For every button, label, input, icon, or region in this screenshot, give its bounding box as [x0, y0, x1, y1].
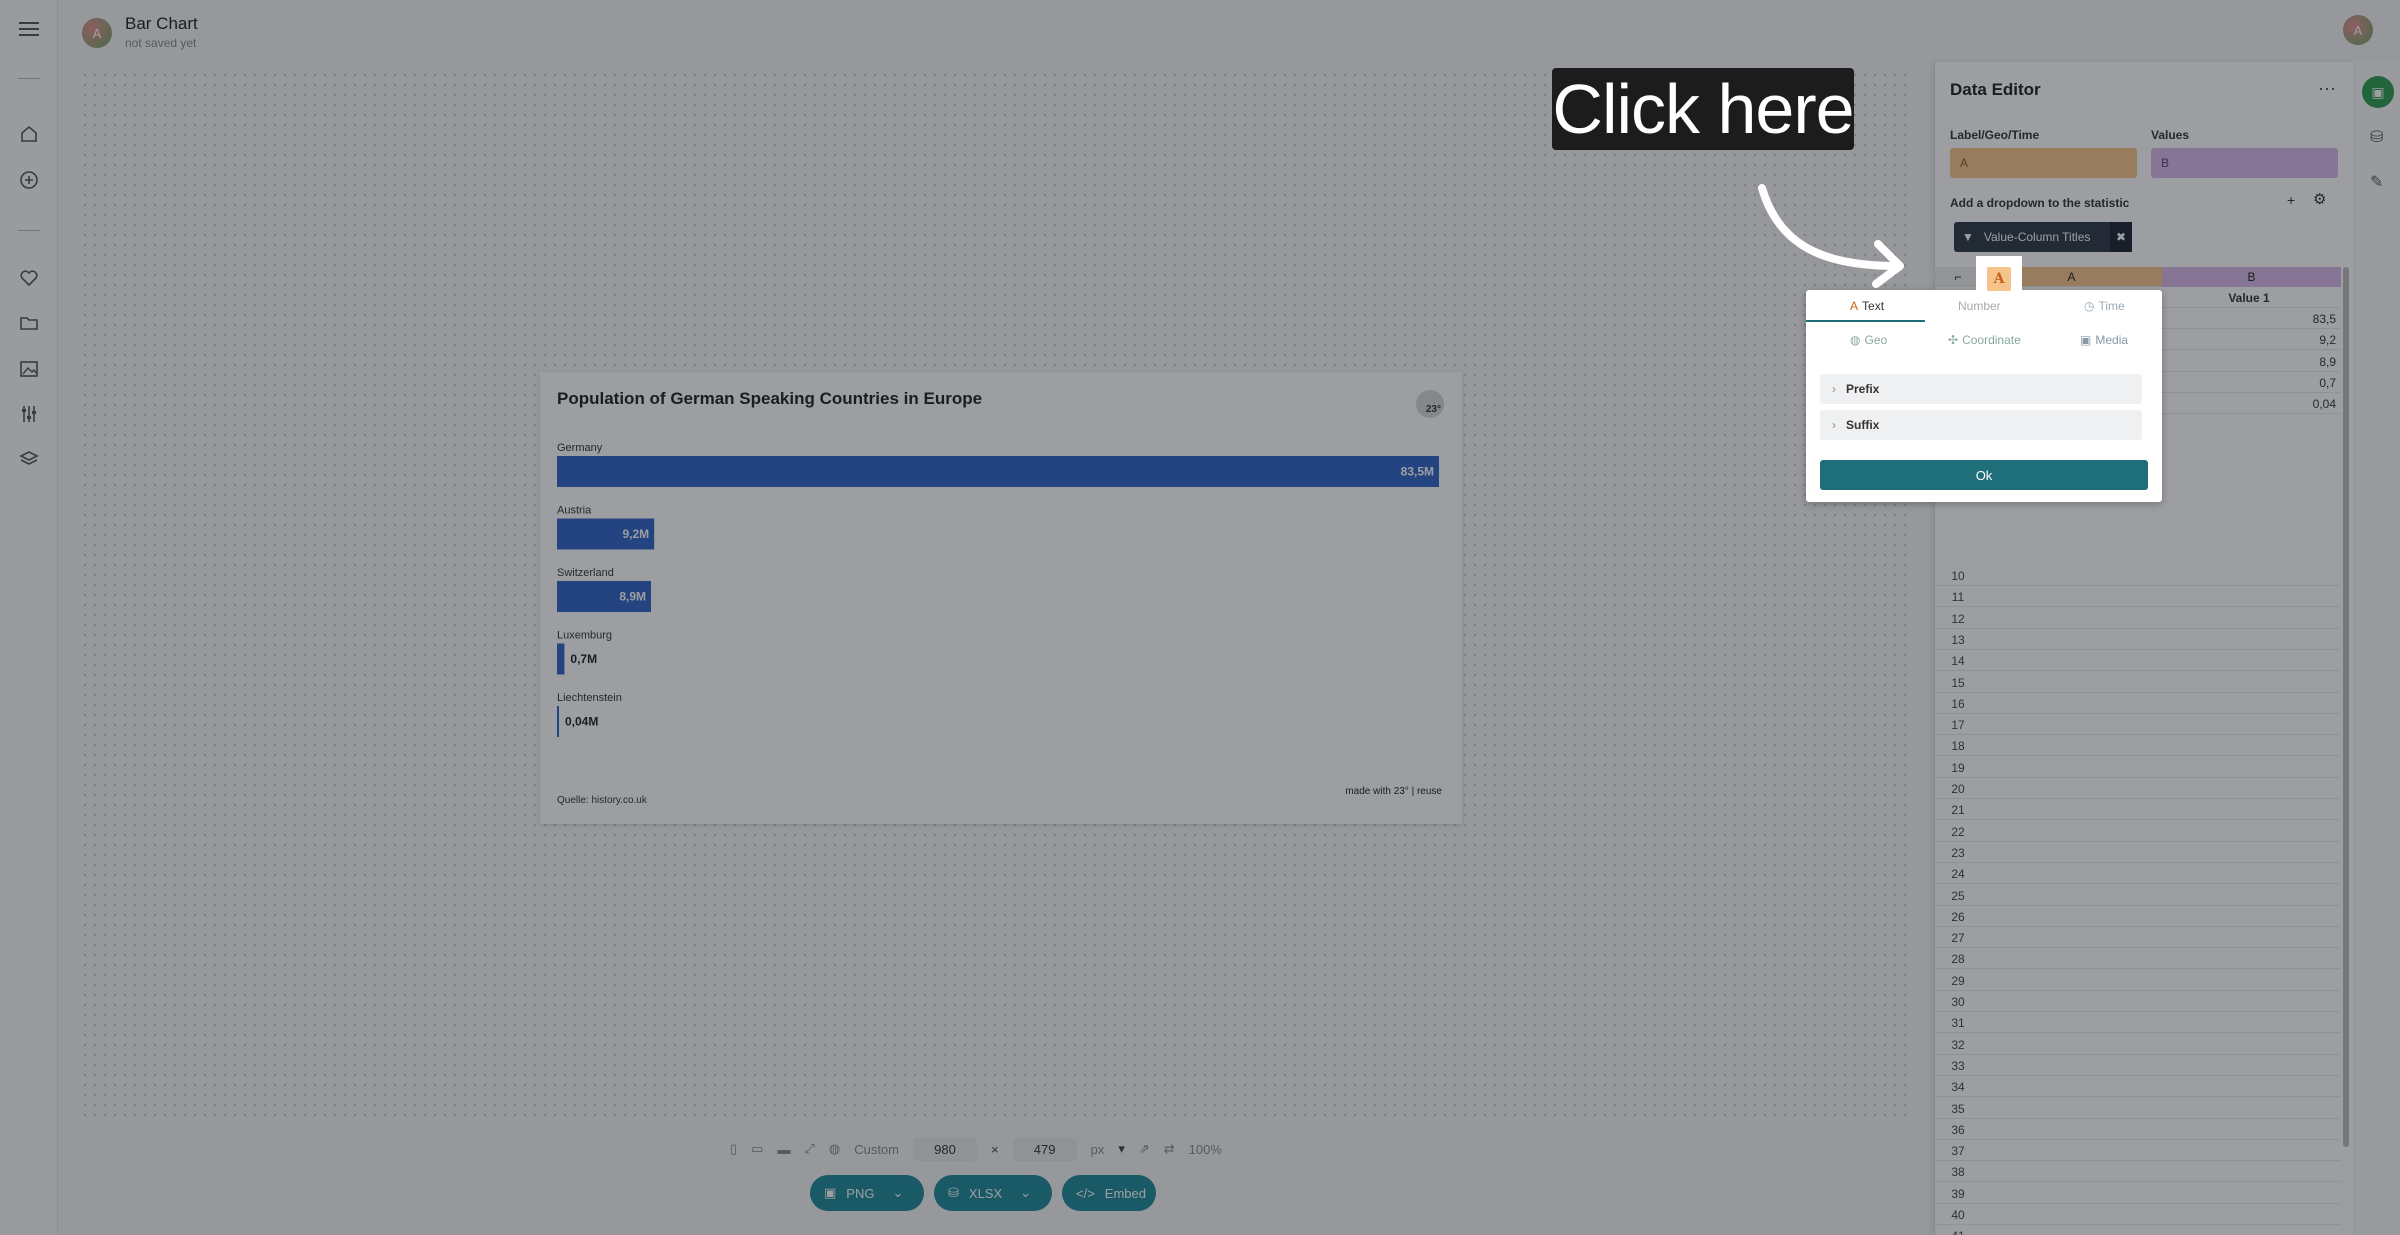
- coordinate-icon: ✣: [1948, 333, 1959, 347]
- globe-icon: ◍: [1850, 333, 1861, 347]
- chevron-right-icon: ›: [1832, 418, 1836, 432]
- click-here-callout: Click here: [1552, 68, 1855, 150]
- tab-time[interactable]: ◷ Time: [2084, 299, 2125, 313]
- clock-icon: ◷: [2084, 299, 2095, 313]
- chevron-right-icon: ›: [1832, 382, 1836, 396]
- arrow-icon: [1758, 184, 1904, 288]
- tab-time-label: Time: [2098, 299, 2125, 313]
- tab-geo[interactable]: ◍ Geo: [1850, 333, 1887, 347]
- prefix-label: Prefix: [1846, 382, 1880, 396]
- tutorial-overlay: [0, 0, 2400, 1235]
- column-type-popup: A Text Number ◷ Time ◍ Geo ✣ Coordinate ▣ Med…: [1806, 290, 2162, 502]
- prefix-accordion[interactable]: › Prefix: [1820, 374, 2142, 404]
- suffix-label: Suffix: [1846, 418, 1880, 432]
- tab-media-label: Media: [2095, 333, 2129, 347]
- tab-media[interactable]: ▣ Media: [2080, 333, 2128, 347]
- column-type-button-highlight[interactable]: A: [1976, 256, 2022, 302]
- tab-coordinate[interactable]: ✣ Coordinate: [1948, 333, 2021, 347]
- text-type-icon: A: [1850, 299, 1859, 313]
- active-tab-indicator: [1806, 320, 1925, 322]
- text-type-icon: A: [1987, 267, 2011, 291]
- tab-text-label: Text: [1862, 299, 1885, 313]
- suffix-accordion[interactable]: › Suffix: [1820, 410, 2142, 440]
- ok-button[interactable]: Ok: [1820, 460, 2148, 490]
- tab-text[interactable]: A Text: [1850, 299, 1884, 313]
- tab-geo-label: Geo: [1864, 333, 1888, 347]
- tab-coordinate-label: Coordinate: [1962, 333, 2021, 347]
- image-icon: ▣: [2080, 333, 2092, 347]
